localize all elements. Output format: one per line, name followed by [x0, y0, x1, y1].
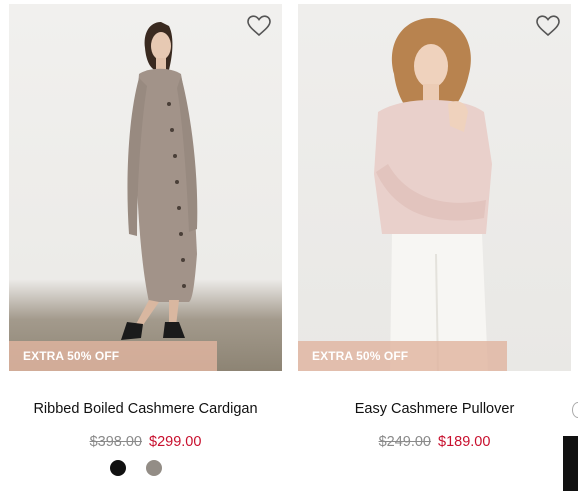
product-photo-cardigan	[121, 22, 198, 340]
product-name[interactable]: Easy Cashmere Pullover	[298, 401, 571, 417]
partial-next-card-icon	[572, 402, 578, 418]
sale-price: $189.00	[438, 434, 491, 450]
product-price: $398.00 $299.00	[9, 434, 282, 450]
product-card[interactable]: EXTRA 50% OFF MARKDOWNS Easy Cashmere Pu…	[298, 4, 571, 450]
color-swatch-black[interactable]	[110, 460, 126, 476]
product-price: $249.00 $189.00	[298, 434, 571, 450]
original-price: $398.00	[89, 434, 142, 450]
product-photo-pullover	[374, 18, 492, 371]
promo-badge: EXTRA 50% OFF MARKDOWNS	[9, 341, 217, 371]
product-name[interactable]: Ribbed Boiled Cashmere Cardigan	[9, 401, 282, 417]
product-card[interactable]: EXTRA 50% OFF MARKDOWNS Ribbed Boiled Ca…	[9, 4, 282, 450]
wishlist-heart-icon[interactable]	[535, 14, 561, 38]
sale-price: $299.00	[149, 434, 202, 450]
color-swatch-grey[interactable]	[146, 460, 162, 476]
product-image[interactable]: EXTRA 50% OFF MARKDOWNS	[298, 4, 571, 371]
wishlist-heart-icon[interactable]	[246, 14, 272, 38]
product-image[interactable]: EXTRA 50% OFF MARKDOWNS	[9, 4, 282, 371]
promo-badge: EXTRA 50% OFF MARKDOWNS	[298, 341, 507, 371]
partial-next-button[interactable]	[563, 436, 578, 491]
original-price: $249.00	[378, 434, 431, 450]
